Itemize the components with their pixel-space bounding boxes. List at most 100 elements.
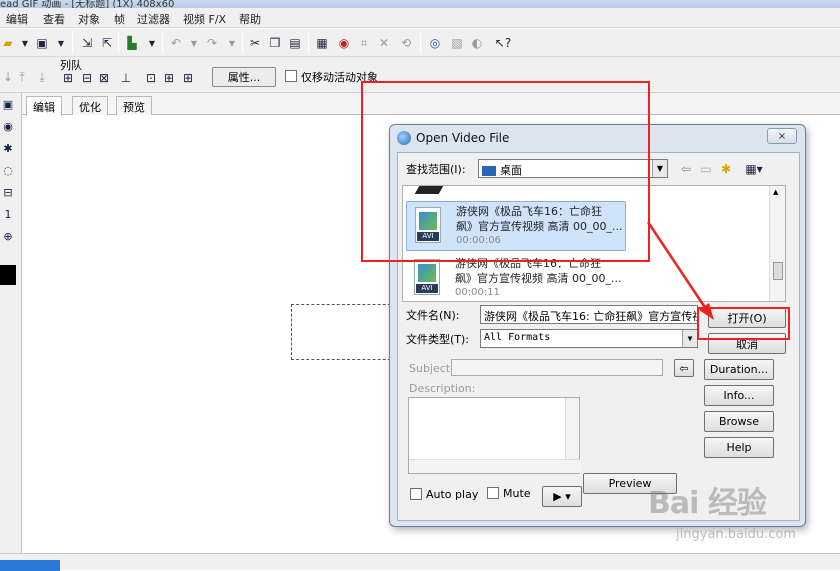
play-tool-icon[interactable]: ◉: [1, 119, 15, 133]
menu-help[interactable]: 帮助: [239, 11, 261, 27]
color-swatch[interactable]: [0, 265, 16, 285]
dropdown-arrow-icon[interactable]: ▼: [144, 35, 160, 51]
filename-label: 文件名(N):: [406, 309, 460, 322]
file-list-scrollbar[interactable]: ▲: [769, 186, 785, 301]
align-down-icon[interactable]: ⤓: [34, 69, 50, 85]
watermark-text: Bai 经验: [648, 486, 767, 521]
import-icon[interactable]: ⇲: [79, 35, 95, 51]
copy-icon[interactable]: ❐: [267, 35, 283, 51]
distribute-horizontal-icon[interactable]: ⊟: [79, 70, 95, 86]
duration-button[interactable]: Duration...: [704, 359, 774, 380]
description-hscrollbar[interactable]: [409, 459, 581, 473]
description-label: Description:: [409, 382, 476, 395]
scroll-up-icon[interactable]: ▲: [773, 188, 778, 196]
rotate-icon[interactable]: ⟲: [398, 35, 414, 51]
settings-icon[interactable]: ◐: [469, 35, 485, 51]
center-horizontal-icon[interactable]: ⊡: [143, 70, 159, 86]
highlight-box-open: [697, 307, 790, 340]
filetype-value: All Formats: [484, 332, 551, 343]
context-help-icon[interactable]: ↖?: [495, 35, 511, 51]
highlight-box-selection: [361, 81, 650, 262]
menu-edit[interactable]: 编辑: [6, 11, 28, 27]
frame-icon[interactable]: ▦: [314, 35, 330, 51]
new-folder-icon[interactable]: ✱: [718, 161, 734, 177]
empty-frame[interactable]: [291, 304, 401, 360]
only-move-active-checkbox[interactable]: [285, 70, 297, 82]
close-icon[interactable]: ×: [767, 128, 797, 144]
tab-optimize[interactable]: 优化: [72, 96, 108, 115]
filename-input[interactable]: 游侠网《极品飞车16: 亡命狂飙》官方宣传视: [480, 305, 698, 324]
wizard-icon[interactable]: ◉: [336, 35, 352, 51]
description-textarea[interactable]: [408, 397, 581, 474]
open-folder-icon[interactable]: ▰: [0, 35, 16, 51]
effects-tool-icon[interactable]: ✱: [1, 141, 15, 155]
menu-view[interactable]: 查看: [43, 11, 65, 27]
browse-button[interactable]: Browse: [704, 411, 774, 432]
filetype-dropdown[interactable]: All Formats ▼: [480, 329, 698, 348]
description-scrollbar[interactable]: [565, 398, 579, 461]
delete-icon[interactable]: ✕: [376, 35, 392, 51]
taskbar-strip: [0, 560, 60, 571]
paste-icon[interactable]: ▤: [287, 35, 303, 51]
scroll-thumb[interactable]: [773, 262, 783, 280]
status-bar: [0, 553, 840, 571]
menu-object[interactable]: 对象: [78, 11, 100, 27]
watermark-url: jingyan.baidu.com: [676, 527, 796, 542]
toolbar-separator: [308, 33, 309, 53]
optimize-icon[interactable]: ▧: [449, 35, 465, 51]
distribute-icon[interactable]: ⊞: [60, 70, 76, 86]
avi-file-icon: AVI: [414, 259, 440, 295]
menu-video-fx[interactable]: 视频 F/X: [183, 11, 226, 27]
crop-tool-icon[interactable]: ⊟: [1, 185, 15, 199]
browser-preview-icon[interactable]: ◎: [427, 35, 443, 51]
subject-input[interactable]: [451, 359, 663, 376]
crop-icon[interactable]: ⌗: [356, 35, 372, 51]
distribute-vertical-icon[interactable]: ⊠: [96, 70, 112, 86]
mute-checkbox[interactable]: [487, 487, 499, 499]
dropdown-arrow-icon[interactable]: ▼: [53, 35, 69, 51]
tab-edit[interactable]: 编辑: [26, 96, 62, 116]
redo-icon[interactable]: ↷: [204, 35, 220, 51]
play-button[interactable]: ▶ ▾: [542, 486, 582, 507]
mute-label: Mute: [503, 487, 531, 500]
save-icon[interactable]: ▣: [34, 35, 50, 51]
back-icon[interactable]: ⇦: [678, 161, 694, 177]
baidu-watermark: Bai 经验 jingyan.baidu.com: [640, 478, 840, 548]
menu-filter[interactable]: 过滤器: [137, 11, 170, 27]
autoplay-checkbox[interactable]: [410, 488, 422, 500]
tab-preview[interactable]: 预览: [116, 96, 152, 115]
autoplay-label: Auto play: [426, 488, 479, 501]
toolbar-separator: [420, 33, 421, 53]
align-top-icon[interactable]: ⤒: [14, 69, 30, 85]
dropdown-arrow-icon[interactable]: ▼: [186, 35, 202, 51]
undo-icon[interactable]: ↶: [168, 35, 184, 51]
menu-frame[interactable]: 帧: [114, 11, 125, 27]
toolbar-separator: [162, 33, 163, 53]
filetype-label: 文件类型(T):: [406, 333, 470, 346]
add-image-icon[interactable]: ▙: [124, 35, 140, 51]
chevron-down-icon[interactable]: ▼: [652, 160, 667, 177]
dropdown-arrow-icon[interactable]: ▼: [224, 35, 240, 51]
chevron-down-icon[interactable]: ▼: [682, 330, 697, 347]
left-toolbar: ▣ ◉ ✱ ◌ ⊟ 1 ⊕: [0, 93, 22, 553]
window-title-bar: ead GIF 动画 - [无标题] (1X) 408x60: [0, 0, 840, 8]
export-icon[interactable]: ⇱: [99, 35, 115, 51]
properties-button[interactable]: 属性...: [212, 67, 276, 87]
up-folder-icon[interactable]: ▭: [698, 161, 714, 177]
select-tool-icon[interactable]: ▣: [1, 97, 15, 111]
banner-tool-icon[interactable]: ◌: [1, 163, 15, 177]
back-arrow-icon[interactable]: ⇦: [674, 359, 694, 377]
align-center-icon[interactable]: ⊥: [118, 70, 134, 86]
info-button[interactable]: Info...: [704, 385, 774, 406]
center-both-icon[interactable]: ⊞: [180, 70, 196, 86]
center-vertical-icon[interactable]: ⊞: [161, 70, 177, 86]
actual-size-icon[interactable]: 1: [1, 207, 15, 221]
window-title: ead GIF 动画 - [无标题] (1X) 408x60: [0, 0, 175, 8]
zoom-icon[interactable]: ⊕: [1, 229, 15, 243]
help-button[interactable]: Help: [704, 437, 774, 458]
dropdown-arrow-icon[interactable]: ▼: [17, 35, 33, 51]
main-toolbar: ▰ ▼ ▣ ▼ ⇲ ⇱ ▙ ▼ ↶ ▼ ↷ ▼ ✂ ❐ ▤ ▦ ◉ ⌗ ✕ ⟲ …: [0, 29, 840, 57]
cut-icon[interactable]: ✂: [247, 35, 263, 51]
view-menu-icon[interactable]: ▦▾: [741, 161, 767, 177]
toolbar-separator: [72, 33, 73, 53]
